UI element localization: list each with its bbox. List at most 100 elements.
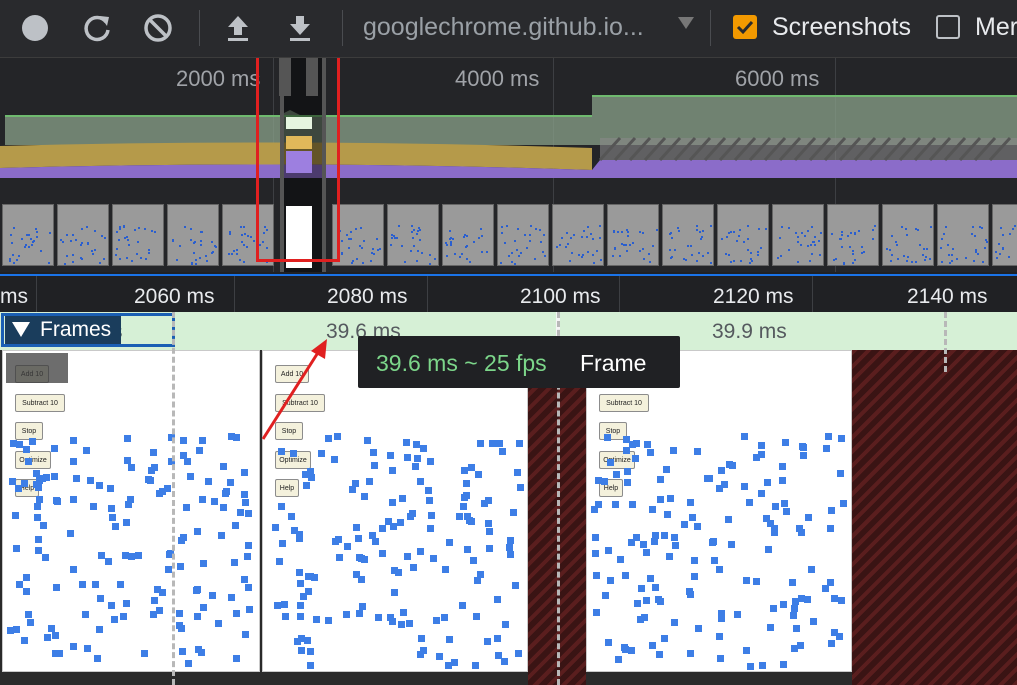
tooltip-label: Frame bbox=[580, 350, 647, 376]
blue-square bbox=[388, 498, 396, 506]
memory-checkbox[interactable] bbox=[936, 15, 960, 39]
blue-square bbox=[779, 463, 787, 470]
upload-icon[interactable] bbox=[221, 11, 255, 45]
screenshot-filmstrip bbox=[0, 204, 1017, 268]
blue-square bbox=[617, 556, 625, 564]
blue-square bbox=[637, 584, 645, 592]
blue-square bbox=[195, 447, 203, 455]
blue-square bbox=[293, 637, 301, 645]
blue-square bbox=[839, 499, 847, 507]
blue-square bbox=[399, 494, 407, 502]
blue-square bbox=[66, 530, 74, 538]
blue-square bbox=[344, 542, 352, 550]
blue-square bbox=[468, 463, 476, 471]
blue-square bbox=[356, 610, 364, 618]
blue-square bbox=[779, 661, 787, 669]
blue-square bbox=[307, 662, 315, 670]
record-icon[interactable] bbox=[18, 11, 52, 45]
chevron-down-icon[interactable] bbox=[678, 17, 694, 29]
blue-square bbox=[830, 595, 838, 603]
blue-square bbox=[226, 478, 234, 486]
blue-square bbox=[485, 545, 493, 553]
blue-square bbox=[231, 522, 239, 530]
blue-square bbox=[459, 601, 467, 609]
blue-square bbox=[220, 504, 228, 512]
blue-square bbox=[827, 578, 835, 586]
url-select[interactable]: googlechrome.github.io... bbox=[363, 13, 644, 42]
blue-square bbox=[642, 597, 650, 605]
blue-square bbox=[124, 457, 132, 465]
blue-square bbox=[312, 615, 320, 623]
blue-square bbox=[810, 618, 818, 625]
blue-square bbox=[128, 464, 136, 472]
blue-square bbox=[307, 473, 315, 481]
download-icon[interactable] bbox=[283, 11, 317, 45]
blue-square bbox=[601, 591, 609, 599]
blue-square bbox=[241, 576, 249, 584]
frame-tooltip: 39.6 ms ~ 25 fps Frame bbox=[358, 336, 680, 388]
blue-square bbox=[125, 501, 133, 509]
blue-square bbox=[623, 479, 631, 487]
blue-square bbox=[462, 480, 470, 488]
blue-square bbox=[472, 613, 480, 621]
blue-square bbox=[464, 546, 472, 554]
blue-square bbox=[721, 480, 729, 488]
blue-square bbox=[425, 486, 433, 494]
clear-icon[interactable] bbox=[141, 11, 175, 45]
blue-square bbox=[187, 473, 195, 481]
filmstrip-thumbnail bbox=[497, 204, 549, 266]
frame-duration[interactable]: 39.9 ms bbox=[712, 320, 787, 344]
blue-square bbox=[704, 475, 712, 483]
blue-square bbox=[176, 562, 184, 570]
screenshots-checkbox[interactable] bbox=[733, 15, 757, 39]
blue-square bbox=[127, 552, 135, 560]
blue-square bbox=[21, 637, 29, 645]
blue-square bbox=[496, 439, 504, 447]
frame-screenshot[interactable]: Add 10Subtract 10StopOptimizeHelp bbox=[586, 350, 852, 672]
blue-square bbox=[726, 460, 734, 468]
filmstrip-thumbnail bbox=[387, 204, 439, 266]
blue-square bbox=[607, 577, 615, 585]
blue-square bbox=[278, 448, 286, 456]
blue-square bbox=[800, 451, 808, 459]
blue-square bbox=[192, 586, 200, 594]
blue-square bbox=[297, 612, 305, 620]
timeline-overview[interactable]: 2000 ms 4000 ms 6000 ms bbox=[0, 58, 1017, 272]
blue-square bbox=[95, 481, 103, 489]
blue-square bbox=[42, 554, 49, 562]
blue-square bbox=[379, 525, 387, 533]
blue-square bbox=[180, 436, 188, 444]
frame-screenshot[interactable]: Add 10Subtract 10StopOptimizeHelp bbox=[2, 350, 260, 672]
blue-square bbox=[763, 515, 770, 523]
blue-square bbox=[429, 555, 437, 563]
blue-square bbox=[366, 477, 374, 485]
blue-square bbox=[43, 474, 51, 482]
blue-square bbox=[460, 467, 468, 475]
blue-square bbox=[764, 478, 772, 486]
blue-square bbox=[516, 484, 524, 492]
blue-square bbox=[11, 511, 19, 519]
blue-square bbox=[108, 505, 116, 513]
blue-square bbox=[419, 444, 427, 452]
blue-square bbox=[274, 602, 282, 610]
blue-square bbox=[789, 612, 797, 620]
blue-square bbox=[111, 523, 119, 531]
blue-square bbox=[644, 440, 652, 448]
blue-square bbox=[747, 663, 755, 671]
blue-square bbox=[39, 521, 47, 529]
blue-square bbox=[354, 534, 362, 542]
blue-square bbox=[507, 537, 515, 545]
blue-square bbox=[804, 595, 812, 603]
blue-square bbox=[281, 613, 289, 621]
blue-square bbox=[770, 524, 778, 532]
blue-square bbox=[183, 504, 191, 512]
blue-square bbox=[686, 650, 694, 658]
blue-square bbox=[649, 641, 657, 649]
blue-square bbox=[34, 484, 42, 492]
blue-square bbox=[494, 634, 502, 642]
blue-square bbox=[10, 439, 18, 447]
blue-square bbox=[481, 500, 489, 508]
reload-icon[interactable] bbox=[80, 11, 114, 45]
blue-square bbox=[469, 557, 477, 565]
blue-square bbox=[406, 512, 414, 520]
